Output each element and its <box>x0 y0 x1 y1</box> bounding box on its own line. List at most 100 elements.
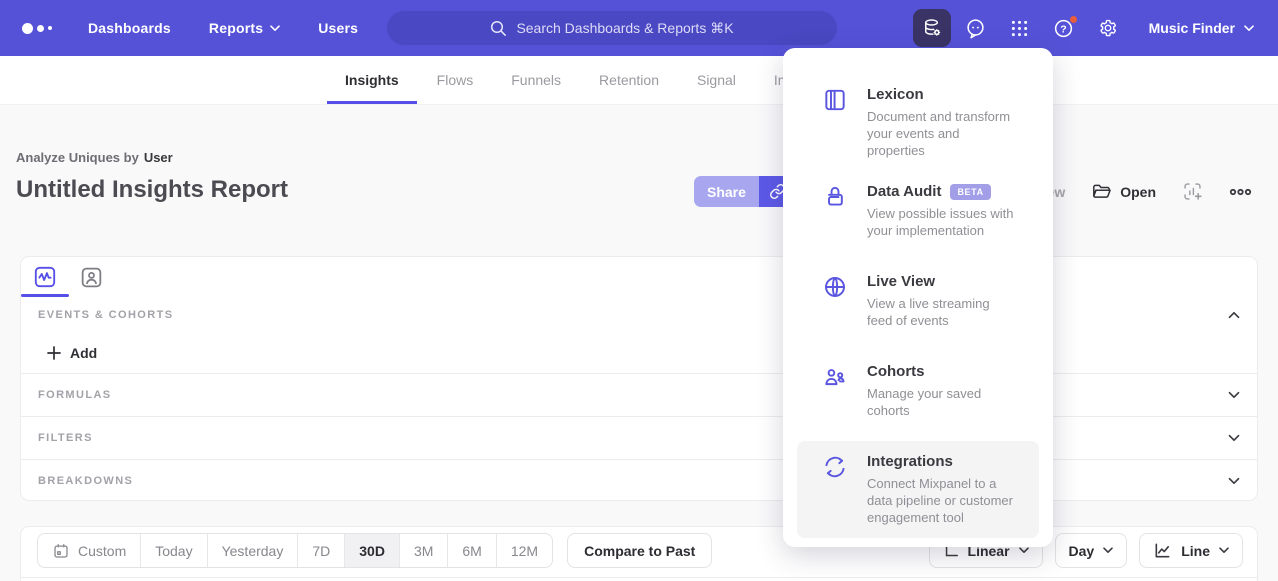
compare-to-past-button[interactable]: Compare to Past <box>567 533 712 568</box>
tab-flows[interactable]: Flows <box>419 56 492 104</box>
menu-item-title: Live View <box>867 273 1014 290</box>
settings-button[interactable] <box>1089 9 1127 47</box>
top-navbar: Dashboards Reports Users Search Dashboar… <box>0 0 1278 56</box>
gear-icon <box>1097 17 1119 39</box>
menu-item-lexicon[interactable]: Lexicon Document and transform your even… <box>797 74 1039 171</box>
notification-dot <box>1069 15 1078 24</box>
chevron-down-icon <box>1228 434 1240 442</box>
chevron-down-icon <box>1228 391 1240 399</box>
range-30d[interactable]: 30D <box>345 534 400 567</box>
live-view-icon <box>822 274 848 300</box>
page-title[interactable]: Untitled Insights Report <box>16 176 288 204</box>
menu-item-live-view[interactable]: Live View View a live streaming feed of … <box>797 261 1039 351</box>
range-today[interactable]: Today <box>141 534 207 567</box>
menu-item-desc: View possible issues with your implement… <box>867 205 1014 239</box>
data-management-menu: Lexicon Document and transform your even… <box>783 48 1053 547</box>
filters-section[interactable]: FILTERS <box>21 416 1257 459</box>
integrations-icon <box>822 454 848 480</box>
search-input[interactable]: Search Dashboards & Reports ⌘K <box>387 11 837 45</box>
interval-dropdown[interactable]: Day <box>1055 533 1128 568</box>
line-chart-icon <box>1153 541 1172 560</box>
data-management-icon <box>921 17 943 39</box>
feedback-button[interactable] <box>957 9 995 47</box>
events-cohorts-section[interactable]: EVENTS & COHORTS <box>21 297 1257 333</box>
tab-signal[interactable]: Signal <box>679 56 754 104</box>
analyze-prefix: Analyze Uniques by <box>16 150 139 165</box>
active-tab-underline <box>21 294 69 297</box>
range-3m[interactable]: 3M <box>400 534 448 567</box>
ellipsis-icon <box>1229 188 1252 196</box>
help-button[interactable]: ? <box>1045 9 1083 47</box>
nav-link-users[interactable]: Users <box>318 20 358 36</box>
range-yesterday[interactable]: Yesterday <box>208 534 299 567</box>
events-cohorts-label: EVENTS & COHORTS <box>38 309 173 321</box>
insights-chart-icon <box>32 264 58 290</box>
search-icon <box>490 20 507 37</box>
menu-item-desc: Document and transform your events and p… <box>867 108 1014 159</box>
share-button[interactable]: Share <box>694 176 759 207</box>
chevron-down-icon <box>270 25 280 32</box>
menu-item-text: Live View View a live streaming feed of … <box>867 273 1014 329</box>
add-event-button[interactable]: Add <box>47 345 97 361</box>
range-custom[interactable]: Custom <box>38 534 141 567</box>
menu-item-cohorts[interactable]: Cohorts Manage your saved cohorts <box>797 351 1039 441</box>
breakdowns-label: BREAKDOWNS <box>38 475 133 487</box>
query-builder-card: EVENTS & COHORTS Add FORMULAS FILTERS BR… <box>20 256 1258 501</box>
menu-item-desc: View a live streaming feed of events <box>867 295 1014 329</box>
profile-icon <box>79 265 104 290</box>
analyze-entity[interactable]: User <box>144 150 173 165</box>
range-6m[interactable]: 6M <box>448 534 496 567</box>
nav-links: Dashboards Reports Users <box>88 20 358 36</box>
more-options-button[interactable] <box>1229 188 1252 196</box>
menu-item-desc: Connect Mixpanel to a data pipeline or c… <box>867 475 1014 526</box>
apps-grid-button[interactable] <box>1001 9 1039 47</box>
calendar-icon <box>52 542 70 560</box>
menu-item-title: Lexicon <box>867 86 1014 103</box>
chart-toolbar-card: Custom Today Yesterday 7D 30D 3M 6M 12M … <box>20 526 1258 581</box>
lexicon-icon <box>822 87 848 113</box>
report-actions: New Open <box>1036 176 1252 207</box>
chart-type-dropdown[interactable]: Line <box>1139 533 1243 568</box>
menu-item-text: Lexicon Document and transform your even… <box>867 86 1014 159</box>
menu-item-text: Cohorts Manage your saved cohorts <box>867 363 1014 419</box>
feedback-icon <box>964 17 987 40</box>
project-name: Music Finder <box>1149 20 1235 36</box>
insights-page: Analyze Uniques by User Untitled Insights… <box>0 106 1278 581</box>
grid-icon <box>1009 18 1030 39</box>
breakdowns-section[interactable]: BREAKDOWNS <box>21 459 1257 502</box>
beta-badge: BETA <box>950 184 990 200</box>
tab-retention[interactable]: Retention <box>581 56 677 104</box>
range-7d[interactable]: 7D <box>298 534 345 567</box>
nav-link-dashboards[interactable]: Dashboards <box>88 20 171 36</box>
menu-item-integrations[interactable]: Integrations Connect Mixpanel to a data … <box>797 441 1039 538</box>
report-tabbar: Insights Flows Funnels Retention Signal … <box>0 56 1278 105</box>
filters-label: FILTERS <box>38 432 93 444</box>
add-event-row: Add <box>21 333 1257 373</box>
mixpanel-logo-icon[interactable] <box>22 23 52 34</box>
svg-text:?: ? <box>1060 23 1066 35</box>
cohorts-icon <box>822 364 848 390</box>
tab-insights[interactable]: Insights <box>327 56 417 104</box>
menu-item-title: Data Audit BETA <box>867 183 1014 200</box>
nav-link-reports[interactable]: Reports <box>209 20 280 36</box>
menu-item-desc: Manage your saved cohorts <box>867 385 1014 419</box>
builder-view-tabs <box>21 257 1257 297</box>
data-management-button[interactable] <box>913 9 951 47</box>
folder-icon <box>1091 181 1112 202</box>
profiles-view-tab[interactable] <box>78 264 105 291</box>
plus-icon <box>47 346 61 360</box>
events-view-tab[interactable] <box>31 264 58 291</box>
tab-funnels[interactable]: Funnels <box>493 56 579 104</box>
share-split-button: Share <box>694 176 797 207</box>
chevron-down-icon <box>1228 477 1240 485</box>
project-switcher[interactable]: Music Finder <box>1149 20 1254 36</box>
range-12m[interactable]: 12M <box>497 534 552 567</box>
formulas-section[interactable]: FORMULAS <box>21 373 1257 416</box>
menu-item-text: Integrations Connect Mixpanel to a data … <box>867 453 1014 526</box>
chevron-down-icon <box>1019 547 1029 554</box>
chevron-up-icon <box>1228 311 1240 319</box>
open-report-button[interactable]: Open <box>1091 181 1156 202</box>
add-to-dashboard-button[interactable] <box>1182 181 1203 202</box>
menu-item-data-audit[interactable]: Data Audit BETA View possible issues wit… <box>797 171 1039 261</box>
chevron-down-icon <box>1103 547 1113 554</box>
